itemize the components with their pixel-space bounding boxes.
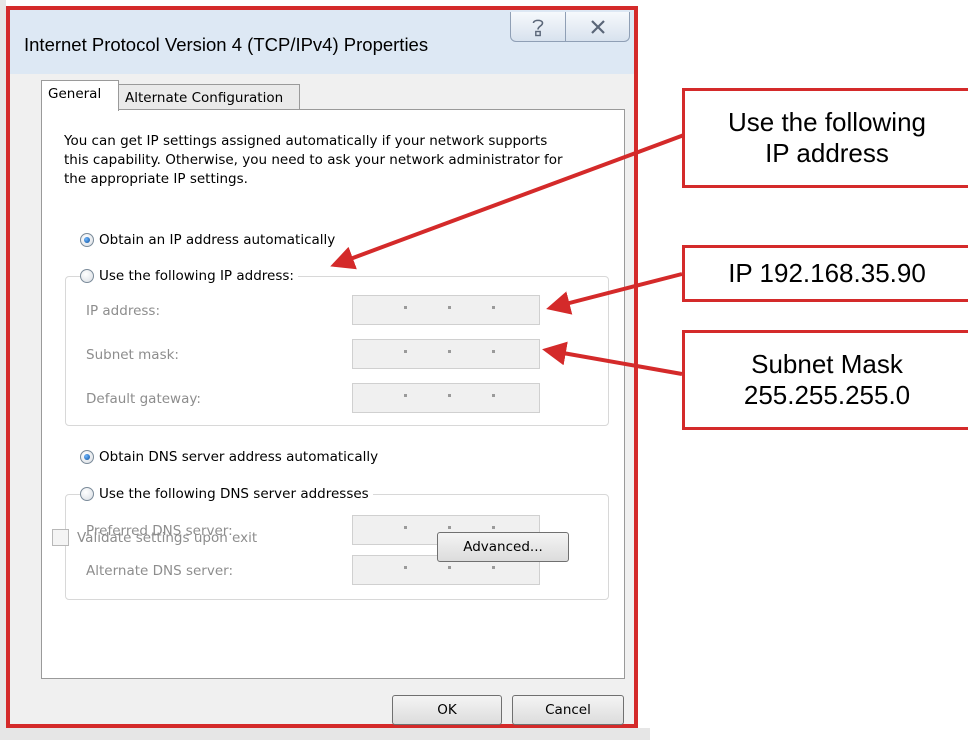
arrow-to-subnet-mask-field [542, 341, 683, 376]
arrow-to-ip-address-field [546, 272, 683, 315]
annotation-arrows [330, 133, 685, 376]
arrow-to-use-following-ip [330, 133, 685, 270]
